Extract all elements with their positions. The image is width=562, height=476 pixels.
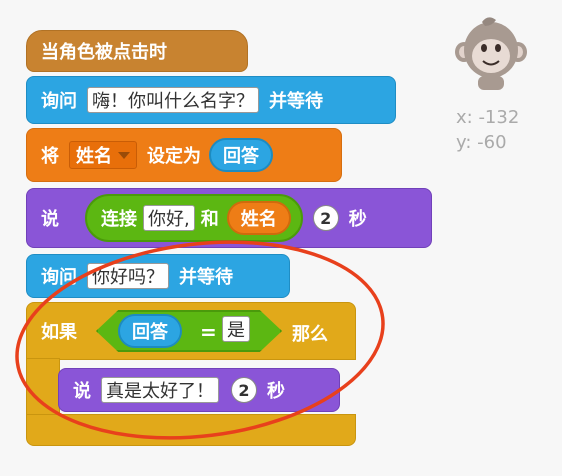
ask-and-wait-block-2[interactable]: 询问 你好吗？ 并等待 bbox=[26, 254, 290, 298]
condition-right-input[interactable]: 是 bbox=[222, 316, 250, 342]
say-seconds-input[interactable]: 2 bbox=[312, 205, 339, 231]
ask-label: 询问 bbox=[41, 91, 77, 112]
inner-say-label: 说 bbox=[73, 381, 91, 402]
join-and-label: 和 bbox=[200, 209, 219, 230]
variable-dropdown[interactable]: 姓名 bbox=[69, 141, 137, 169]
condition-answer-label: 回答 bbox=[132, 322, 168, 343]
dropdown-caret-icon bbox=[118, 151, 130, 159]
answer-reporter-label: 回答 bbox=[223, 146, 259, 167]
when-sprite-clicked-block[interactable]: 当角色被点击时 bbox=[26, 30, 248, 72]
say-label: 说 bbox=[41, 209, 59, 230]
equals-operator: = bbox=[200, 320, 217, 344]
inner-say-seconds-unit: 秒 bbox=[267, 381, 285, 402]
when-sprite-clicked-label: 当角色被点击时 bbox=[41, 42, 167, 63]
sprite-y-coordinate: y: -60 bbox=[456, 132, 507, 153]
join-label: 连接 bbox=[101, 209, 137, 230]
answer-reporter[interactable]: 回答 bbox=[209, 138, 273, 172]
variable-dropdown-value: 姓名 bbox=[76, 146, 112, 167]
name-variable-reporter[interactable]: 姓名 bbox=[226, 201, 291, 235]
join-first-input[interactable]: 你好, bbox=[143, 205, 195, 231]
name-variable-label: 姓名 bbox=[240, 209, 277, 230]
set-label: 将 bbox=[41, 146, 59, 167]
join-reporter[interactable]: 连接 你好, 和 姓名 bbox=[85, 194, 303, 242]
monkey-icon bbox=[455, 17, 527, 90]
condition-answer-reporter[interactable]: 回答 bbox=[118, 314, 182, 348]
say-seconds-unit: 秒 bbox=[348, 209, 367, 230]
ask2-wait-label: 并等待 bbox=[179, 267, 233, 288]
set-to-label: 设定为 bbox=[147, 146, 201, 167]
if-label: 如果 bbox=[41, 322, 77, 343]
inner-say-message-input[interactable]: 真是太好了！ bbox=[101, 377, 219, 403]
ask-question-input[interactable]: 嗨！你叫什么名字？ bbox=[87, 87, 259, 113]
ask-and-wait-block[interactable]: 询问 嗨！你叫什么名字？ 并等待 bbox=[26, 76, 396, 124]
if-then-label: 那么 bbox=[292, 324, 328, 345]
set-variable-block[interactable]: 将 姓名 设定为 回答 bbox=[26, 128, 342, 182]
sprite-thumbnail[interactable] bbox=[452, 12, 530, 92]
if-left-arm bbox=[26, 358, 60, 416]
if-then-block[interactable]: 如果 回答 = 是 那么 说 真是太好了！ 2 秒 bbox=[26, 302, 356, 448]
ask2-question-input[interactable]: 你好吗？ bbox=[87, 263, 169, 289]
ask-wait-label: 并等待 bbox=[269, 91, 323, 112]
say-for-secs-block[interactable]: 说 连接 你好, 和 姓名 2 秒 bbox=[26, 188, 432, 248]
sprite-x-coordinate: x: -132 bbox=[456, 107, 520, 128]
inner-say-for-secs-block[interactable]: 说 真是太好了！ 2 秒 bbox=[58, 368, 340, 412]
ask2-label: 询问 bbox=[41, 267, 77, 288]
if-footer bbox=[26, 414, 356, 446]
inner-say-seconds-input[interactable]: 2 bbox=[231, 377, 257, 403]
